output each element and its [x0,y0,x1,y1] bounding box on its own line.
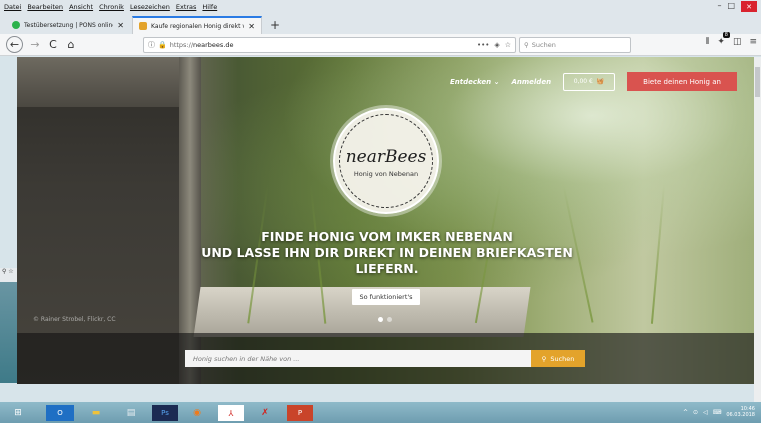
tab-pons[interactable]: Testübersetzung | PONS online ✕ [6,16,130,34]
hero-section: Entdecken ⌄ Anmelden 0,00 € 🧺 Biete dein… [17,57,754,384]
taskbar: ⊞ O ▬ ▤ Ps ◉ ⅄ ✗ P ^ ⊙ ◁ ⌨ 10:46 06.03.2… [0,402,761,423]
tray-chevron-icon[interactable]: ^ [683,409,688,416]
basket-icon: 🧺 [596,78,605,85]
search-band: Honig suchen in der Nähe von ... ⚲ Suche… [17,333,754,384]
honey-search-button[interactable]: ⚲ Suchen [531,350,585,367]
pocket-icon[interactable]: ◈ [494,41,499,49]
offer-honey-button[interactable]: Biete deinen Honig an [627,72,738,91]
file-explorer-icon[interactable]: ▬ [82,405,110,421]
carousel-dot[interactable] [387,317,392,322]
pons-favicon-icon [12,21,20,29]
background-window-toolbar: ⚲ ☆ [0,268,17,282]
background-window: ⚲ ☆ [0,268,17,383]
tab-strip: Testübersetzung | PONS online ✕ Kaufe re… [0,14,761,34]
menu-help[interactable]: Hilfe [202,3,217,11]
carousel-dots [378,317,392,322]
photo-credit: © Rainer Strobel, Flickr, CC [33,316,116,323]
menu-bar: Datei Bearbeiten Ansicht Chronik Lesezei… [0,0,761,14]
headline-line: LIEFERN. [355,261,419,276]
logo-name: nearBees [345,147,427,167]
lock-icon: 🔒 [158,41,167,49]
clock[interactable]: 10:46 06.03.2018 [726,406,755,418]
hero-headline: FINDE HONIG VOM IMKER NEBENAN UND LASSE … [167,229,607,277]
tab-label: Kaufe regionalen Honig direkt v [151,22,245,30]
hamburger-menu-icon[interactable]: ≡ [749,37,757,47]
url-text: https://nearbees.de [169,41,234,49]
tab-close-icon[interactable]: ✕ [117,21,124,30]
cart-total: 0,00 € [573,78,593,85]
page-actions-icon[interactable]: ••• [477,41,489,49]
headline-line: UND LASSE IHN DIR DIREKT IN DEINEN BRIEF… [201,245,573,260]
tab-nearbees[interactable]: Kaufe regionalen Honig direkt v ✕ [132,16,262,34]
close-window-button[interactable]: ✕ [741,1,757,12]
search-bar[interactable]: ⚲ Suchen [519,37,631,53]
back-button[interactable]: ← [6,36,23,53]
powerpoint-icon[interactable]: P [287,405,313,421]
menu-edit[interactable]: Bearbeiten [27,3,63,11]
keyboard-icon[interactable]: ⌨ [713,409,722,416]
nav-discover[interactable]: Entdecken ⌄ [450,78,499,86]
menu-tools[interactable]: Extras [176,3,197,11]
maximize-button[interactable]: □ [727,1,735,12]
bookmark-star-icon[interactable]: ☆ [505,41,511,49]
extension-icon[interactable]: ✦ 8 [717,32,730,47]
photoshop-icon[interactable]: Ps [152,405,178,421]
nav-login[interactable]: Anmelden [511,78,551,86]
url-bar[interactable]: ⓘ 🔒 https://nearbees.de ••• ◈ ☆ [143,37,516,53]
window-controls: – □ ✕ [717,1,757,12]
info-icon[interactable]: ⓘ [148,40,155,50]
logo-subtitle: Honig von Nebenan [353,170,419,178]
page-scrollbar[interactable] [754,57,761,402]
new-tab-button[interactable]: + [264,16,286,34]
home-button[interactable]: ⌂ [62,36,80,54]
search-placeholder: Suchen [531,41,556,49]
menu-bookmarks[interactable]: Lesezeichen [130,3,170,11]
firefox-icon[interactable]: ◉ [184,405,210,421]
minimize-button[interactable]: – [717,1,721,12]
network-icon[interactable]: ⊙ [693,409,698,416]
headline-line: FINDE HONIG VOM IMKER NEBENAN [261,229,513,244]
honey-search-input[interactable]: Honig suchen in der Nähe von ... [185,350,531,367]
forward-button[interactable]: → [26,36,44,54]
chevron-down-icon: ⌄ [493,77,500,86]
carousel-dot[interactable] [378,317,383,322]
menu-file[interactable]: Datei [4,3,21,11]
acrobat-icon[interactable]: ⅄ [218,405,244,421]
menu-history[interactable]: Chronik [99,3,124,11]
site-logo[interactable]: nearBees Honig von Nebenan [333,108,439,214]
how-it-works-button[interactable]: So funktioniert's [352,289,420,305]
system-tray: ^ ⊙ ◁ ⌨ 10:46 06.03.2018 [683,406,755,418]
search-icon: ⚲ [524,41,529,49]
volume-icon[interactable]: ◁ [703,409,708,416]
tab-label: Testübersetzung | PONS online [24,21,114,29]
sidebar-icon[interactable]: ◫ [733,37,742,47]
app-icon[interactable]: ✗ [252,405,278,421]
cart-button[interactable]: 0,00 € 🧺 [563,72,616,91]
bee-favicon-icon [139,22,147,30]
site-nav: Entdecken ⌄ Anmelden 0,00 € 🧺 Biete dein… [450,72,738,91]
notes-icon[interactable]: ▤ [118,405,144,421]
extension-badge: 8 [722,32,730,38]
search-icon: ⚲ [541,354,547,363]
menu-view[interactable]: Ansicht [69,3,93,11]
scrollbar-thumb[interactable] [755,67,760,97]
tab-close-icon[interactable]: ✕ [248,22,255,31]
toolbar-right: ⫴ ✦ 8 ◫ ≡ [706,32,757,47]
outlook-icon[interactable]: O [46,405,74,421]
windows-start-icon[interactable]: ⊞ [4,405,32,421]
reload-button[interactable]: C [44,36,62,54]
library-icon[interactable]: ⫴ [706,37,710,47]
navigation-toolbar: ← → C ⌂ ⓘ 🔒 https://nearbees.de ••• ◈ ☆ … [0,32,761,56]
